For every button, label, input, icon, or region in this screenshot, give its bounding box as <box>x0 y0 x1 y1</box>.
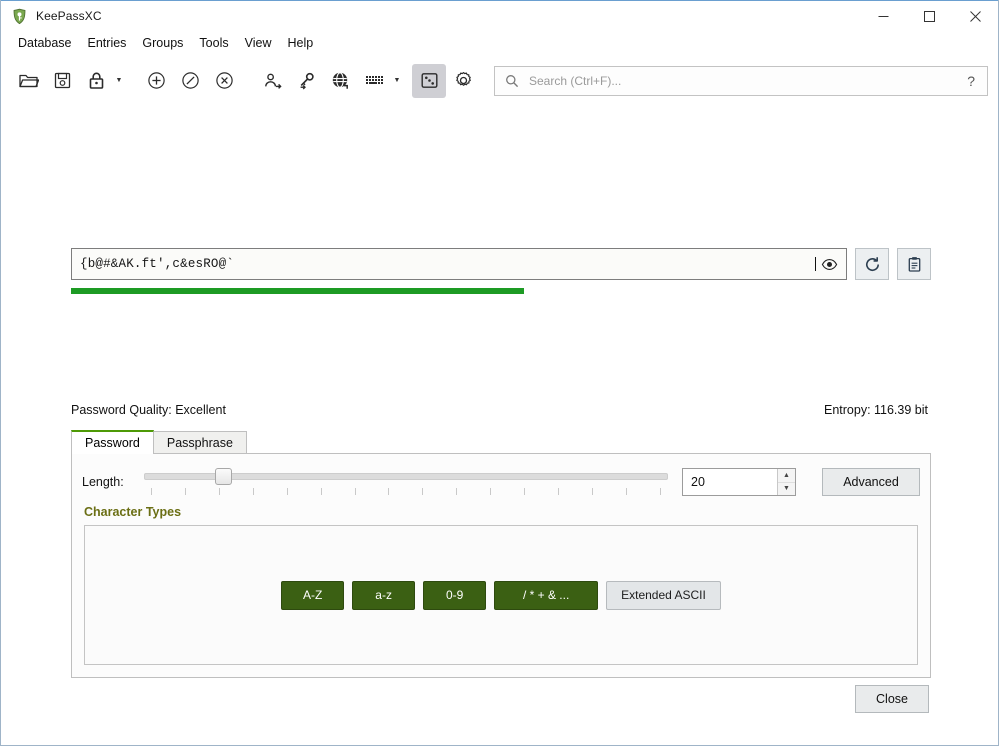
password-quality-bar <box>71 288 931 294</box>
length-slider-tick <box>626 488 627 495</box>
delete-entry-icon[interactable] <box>207 64 241 98</box>
length-increase-icon[interactable]: ▲ <box>778 469 795 483</box>
menu-groups[interactable]: Groups <box>134 33 191 53</box>
title-bar: KeePassXC <box>1 0 998 31</box>
close-generator-button[interactable]: Close <box>855 685 929 713</box>
length-slider-tick <box>388 488 389 495</box>
generated-password-value: {b@#&AK.ft',c&esRO@` <box>80 257 814 271</box>
open-url-icon[interactable] <box>323 64 357 98</box>
generated-password-field[interactable]: {b@#&AK.ft',c&esRO@` <box>71 248 847 280</box>
auto-type-icon[interactable] <box>357 64 391 98</box>
copy-password-icon[interactable] <box>289 64 323 98</box>
save-database-icon[interactable] <box>45 64 79 98</box>
character-types-heading: Character Types <box>84 505 181 519</box>
password-options-panel: Length: 20 ▲ ▼ Advanced Character Types <box>71 453 931 678</box>
length-row: Length: 20 ▲ ▼ Advanced <box>82 466 920 498</box>
extended-ascii-toggle[interactable]: Extended ASCII <box>606 581 721 610</box>
edit-entry-icon[interactable] <box>173 64 207 98</box>
length-slider-handle[interactable] <box>215 468 232 485</box>
character-types-box: A-Z a-z 0-9 / * + & ... Extended ASCII <box>84 525 918 665</box>
menu-entries[interactable]: Entries <box>80 33 135 53</box>
length-spinbox[interactable]: 20 ▲ ▼ <box>682 468 796 496</box>
settings-icon[interactable] <box>446 64 480 98</box>
uppercase-toggle[interactable]: A-Z <box>281 581 344 610</box>
password-row: {b@#&AK.ft',c&esRO@` <box>71 248 931 280</box>
search-box[interactable]: Search (Ctrl+F)... ? <box>494 66 988 96</box>
generator-tabs: Password Passphrase <box>71 430 931 454</box>
search-icon <box>505 74 519 88</box>
lowercase-toggle[interactable]: a-z <box>352 581 415 610</box>
length-slider-tick <box>185 488 186 495</box>
open-database-icon[interactable] <box>11 64 45 98</box>
menu-database[interactable]: Database <box>10 33 80 53</box>
copy-username-icon[interactable] <box>255 64 289 98</box>
menu-view[interactable]: View <box>237 33 280 53</box>
keepassxc-window: KeePassXC Database Entries Groups Tools … <box>0 0 999 746</box>
password-generator-panel: {b@#&AK.ft',c&esRO@` Password Quality: E… <box>1 106 998 745</box>
length-label: Length: <box>82 475 144 489</box>
entropy-label: Entropy: 116.39 bit <box>824 403 928 417</box>
new-entry-icon[interactable] <box>139 64 173 98</box>
special-characters-toggle[interactable]: / * + & ... <box>494 581 598 610</box>
length-slider-tick <box>592 488 593 495</box>
length-slider-ticks <box>144 488 668 496</box>
close-window-button[interactable] <box>952 1 998 32</box>
auto-type-dropdown-arrow-icon[interactable]: ▼ <box>391 64 403 98</box>
copy-password-button[interactable] <box>897 248 931 280</box>
length-value[interactable]: 20 <box>683 469 777 495</box>
length-slider-tick <box>321 488 322 495</box>
regenerate-password-button[interactable] <box>855 248 889 280</box>
lock-dropdown-arrow-icon[interactable]: ▼ <box>113 64 125 98</box>
password-generator-icon[interactable] <box>412 64 446 98</box>
eye-icon[interactable] <box>816 250 842 278</box>
length-slider-tick <box>253 488 254 495</box>
length-slider-tick <box>422 488 423 495</box>
length-slider-tick <box>524 488 525 495</box>
length-slider-tick <box>456 488 457 495</box>
numbers-toggle[interactable]: 0-9 <box>423 581 486 610</box>
search-input[interactable]: Search (Ctrl+F)... <box>529 74 963 88</box>
menu-bar: Database Entries Groups Tools View Help <box>1 31 998 55</box>
length-slider-tick <box>151 488 152 495</box>
maximize-button[interactable] <box>906 1 952 32</box>
length-slider-tick <box>287 488 288 495</box>
length-slider-tick <box>355 488 356 495</box>
length-slider[interactable] <box>144 466 668 498</box>
keepassxc-logo-icon <box>11 8 28 25</box>
window-controls <box>860 1 998 32</box>
password-quality-label: Password Quality: Excellent <box>71 403 226 417</box>
tab-passphrase[interactable]: Passphrase <box>153 431 247 454</box>
menu-help[interactable]: Help <box>279 33 321 53</box>
search-help-icon[interactable]: ? <box>963 73 979 89</box>
length-slider-tick <box>219 488 220 495</box>
length-spinbox-arrows: ▲ ▼ <box>777 469 795 495</box>
main-toolbar: ▼ ▼ <box>1 55 998 106</box>
window-title: KeePassXC <box>36 9 102 23</box>
length-decrease-icon[interactable]: ▼ <box>778 483 795 496</box>
length-slider-tick <box>660 488 661 495</box>
lock-database-icon[interactable] <box>79 64 113 98</box>
length-slider-tick <box>490 488 491 495</box>
tab-password[interactable]: Password <box>71 430 154 454</box>
minimize-button[interactable] <box>860 1 906 32</box>
password-quality-bar-fill <box>71 288 524 294</box>
menu-tools[interactable]: Tools <box>191 33 236 53</box>
length-slider-tick <box>558 488 559 495</box>
advanced-button[interactable]: Advanced <box>822 468 920 496</box>
